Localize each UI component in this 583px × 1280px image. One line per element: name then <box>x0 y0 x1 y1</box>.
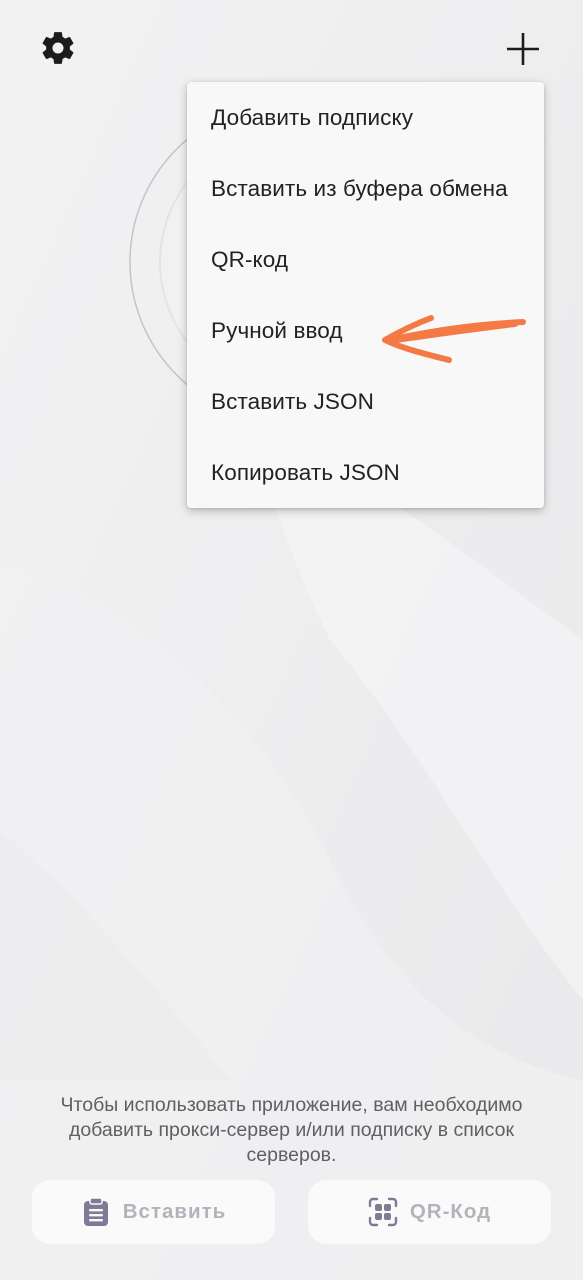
menu-item-add-subscription[interactable]: Добавить подписку <box>187 82 544 153</box>
annotation-arrow-icon <box>382 315 526 363</box>
qr-code-button[interactable]: QR-Код <box>308 1180 551 1244</box>
menu-item-paste-clipboard[interactable]: Вставить из буфера обмена <box>187 153 544 224</box>
plus-icon <box>507 33 539 65</box>
clipboard-icon <box>81 1197 111 1227</box>
menu-item-qr-code[interactable]: QR-код <box>187 224 544 295</box>
add-menu: Добавить подписку Вставить из буфера обм… <box>187 82 544 508</box>
menu-item-copy-json[interactable]: Копировать JSON <box>187 437 544 508</box>
qr-scan-icon <box>368 1197 398 1227</box>
empty-state-hint: Чтобы использовать приложение, вам необх… <box>60 1094 523 1166</box>
gear-icon <box>42 32 74 64</box>
settings-button[interactable] <box>36 26 80 70</box>
paste-button-label: Вставить <box>122 1200 227 1223</box>
add-button[interactable] <box>500 26 546 72</box>
paste-button[interactable]: Вставить <box>32 1180 275 1244</box>
qr-code-button-label: QR-Код <box>409 1200 492 1223</box>
menu-item-paste-json[interactable]: Вставить JSON <box>187 366 544 437</box>
